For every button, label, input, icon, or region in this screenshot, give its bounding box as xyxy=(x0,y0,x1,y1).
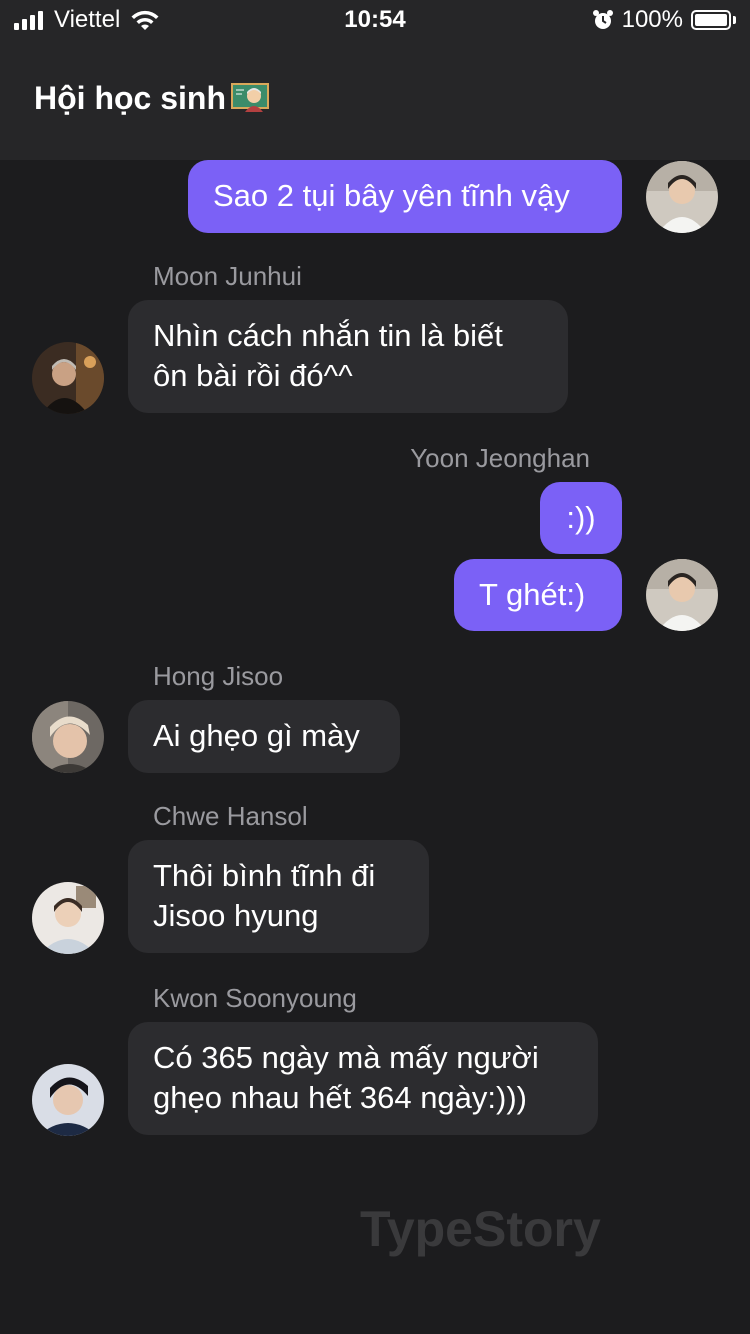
sender-name: Hong Jisoo xyxy=(153,661,284,691)
avatar[interactable] xyxy=(32,882,104,954)
sender-name: Yoon Jeonghan xyxy=(410,443,590,473)
watermark: TypeStory xyxy=(360,1201,601,1257)
sender-name: Kwon Soonyoung xyxy=(153,983,357,1013)
avatar-chwe-hansol-icon xyxy=(32,882,104,954)
teacher-emoji-icon xyxy=(231,82,269,112)
avatar[interactable] xyxy=(646,161,718,233)
message-bubble[interactable]: Sao 2 tụi bây yên tĩnh vậy xyxy=(188,160,622,233)
message-text: Sao 2 tụi bây yên tĩnh vậy xyxy=(213,178,570,213)
chat-title-text: Hội học sinh xyxy=(34,80,226,116)
message-bubble[interactable]: :)) xyxy=(540,482,622,554)
avatar[interactable] xyxy=(32,701,104,773)
avatar-moon-junhui-icon xyxy=(32,342,104,414)
message-bubble[interactable]: Ai ghẹo gì mày xyxy=(128,700,400,773)
avatar-boy-white-shirt-icon xyxy=(646,559,718,631)
message-bubble[interactable]: T ghét:) xyxy=(454,559,622,631)
sender-name: Moon Junhui xyxy=(153,261,302,291)
status-right: 100% xyxy=(592,6,736,34)
sender-name: Chwe Hansol xyxy=(153,801,308,831)
message-text-line: ôn bài rồi đó^^ xyxy=(153,358,353,393)
status-bar: Viettel 10:54 100% xyxy=(0,0,750,40)
chat-title[interactable]: Hội học sinh xyxy=(34,80,270,117)
message-text-line: ghẹo nhau hết 364 ngày:))) xyxy=(153,1080,527,1115)
message-text-line: Thôi bình tĩnh đi xyxy=(153,858,376,893)
battery-percent: 100% xyxy=(621,6,683,33)
avatar[interactable] xyxy=(32,1064,104,1136)
message-bubble[interactable]: Có 365 ngày mà mấy người ghẹo nhau hết 3… xyxy=(128,1022,598,1135)
message-text-line: Có 365 ngày mà mấy người xyxy=(153,1040,539,1075)
message-text-line: Jisoo hyung xyxy=(153,898,319,933)
message-bubble[interactable]: Thôi bình tĩnh đi Jisoo hyung xyxy=(128,840,429,953)
chat-header: Hội học sinh xyxy=(0,40,750,160)
battery-icon xyxy=(691,10,731,30)
avatar-boy-white-shirt-icon xyxy=(646,161,718,233)
avatar-kwon-soonyoung-icon xyxy=(32,1064,104,1136)
avatar[interactable] xyxy=(646,559,718,631)
message-text: T ghét:) xyxy=(479,577,586,612)
message-text: Ai ghẹo gì mày xyxy=(153,718,360,753)
message-text-line: Nhìn cách nhắn tin là biết xyxy=(153,318,503,353)
message-text: :)) xyxy=(566,500,596,535)
message-bubble[interactable]: Nhìn cách nhắn tin là biết ôn bài rồi đó… xyxy=(128,300,568,413)
chat-screen: Viettel 10:54 100% Hội học sinh Sao 2 tụ… xyxy=(0,0,750,1334)
avatar[interactable] xyxy=(32,342,104,414)
alarm-icon xyxy=(592,10,613,29)
avatar-hong-jisoo-icon xyxy=(32,701,104,773)
